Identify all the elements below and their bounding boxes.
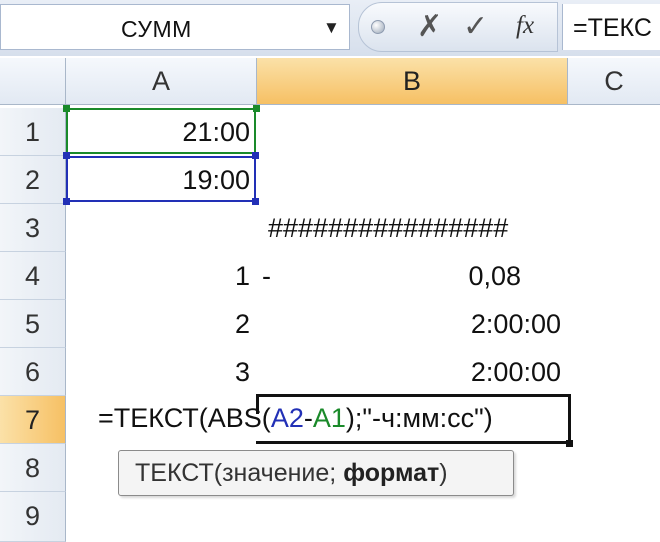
grip-icon[interactable] <box>371 20 385 34</box>
reference-highlight-a1 <box>66 108 256 154</box>
cell-b3[interactable]: ################ <box>268 204 508 252</box>
tooltip-arg-value[interactable]: значение; <box>222 459 343 487</box>
row-header-8[interactable]: 8 <box>0 444 66 492</box>
formula-input-value: =ТЕКС <box>573 14 652 42</box>
cell-b6[interactable]: 2:00:00 <box>257 348 561 396</box>
formula-minus: - <box>303 403 313 433</box>
cell-a5[interactable]: 2 <box>66 300 250 348</box>
formula-ref-a1: A1 <box>312 403 346 433</box>
row-header-1[interactable]: 1 <box>0 108 66 156</box>
formula-text-start: =ТЕКСТ(ABS( <box>98 403 271 433</box>
formula-input[interactable]: =ТЕКС <box>562 4 660 50</box>
tooltip-arg-format[interactable]: формат <box>343 459 439 487</box>
resize-handle[interactable] <box>253 105 260 112</box>
dropdown-arrow-icon[interactable]: ▼ <box>323 18 340 38</box>
row-header-4[interactable]: 4 <box>0 252 66 300</box>
resize-handle[interactable] <box>63 198 70 205</box>
in-cell-formula[interactable]: =ТЕКСТ(ABS(A2-A1);"-ч:мм:сс") <box>98 398 493 438</box>
resize-handle[interactable] <box>252 198 259 205</box>
row-header-3[interactable]: 3 <box>0 204 66 252</box>
cancel-icon[interactable]: ✗ <box>417 9 442 44</box>
resize-handle[interactable] <box>63 152 70 159</box>
formula-bar: СУММ ▼ ✗ ✓ fx =ТЕКС <box>0 0 660 56</box>
row-header-9[interactable]: 9 <box>0 492 66 542</box>
column-header-b[interactable]: B <box>257 58 568 105</box>
function-tooltip[interactable]: ТЕКСТ(значение; формат) <box>118 450 514 496</box>
tooltip-close: ) <box>439 459 448 487</box>
name-box[interactable]: СУММ ▼ <box>0 4 350 50</box>
formula-text-end: );"-ч:мм:сс") <box>345 403 493 433</box>
formula-buttons: ✗ ✓ fx <box>358 2 558 52</box>
insert-function-icon[interactable]: fx <box>516 12 534 40</box>
fill-handle[interactable] <box>566 440 573 447</box>
cell-b5[interactable]: 2:00:00 <box>257 300 561 348</box>
enter-icon[interactable]: ✓ <box>463 9 488 44</box>
column-header-a[interactable]: A <box>66 58 257 105</box>
cell-b4[interactable]: 0,08 <box>257 252 521 300</box>
row-header-6[interactable]: 6 <box>0 348 66 396</box>
formula-ref-a2: A2 <box>270 403 304 433</box>
cell-a4[interactable]: 1 <box>66 252 250 300</box>
resize-handle[interactable] <box>63 105 70 112</box>
tooltip-function: ТЕКСТ( <box>135 459 223 487</box>
reference-highlight-a2 <box>66 156 256 202</box>
row-header-2[interactable]: 2 <box>0 156 66 204</box>
cell-a6[interactable]: 3 <box>66 348 250 396</box>
resize-handle[interactable] <box>252 152 259 159</box>
column-header-c[interactable]: C <box>568 58 660 105</box>
select-all-corner[interactable] <box>0 58 66 105</box>
row-header-5[interactable]: 5 <box>0 300 66 348</box>
name-box-value: СУММ <box>121 16 192 42</box>
row-header-7[interactable]: 7 <box>0 396 66 444</box>
